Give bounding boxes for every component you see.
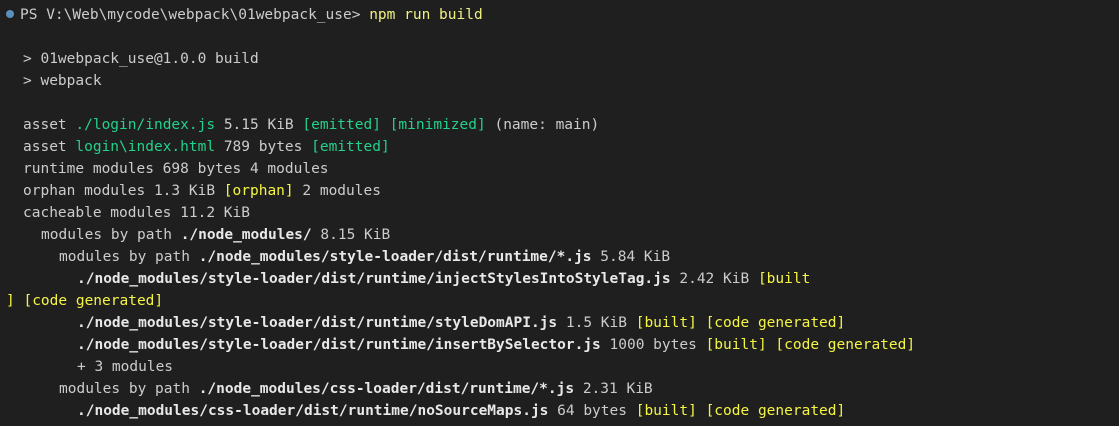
asset-line: asset login\index.html 789 bytes [emitte… xyxy=(6,136,1119,158)
asset-label: asset xyxy=(23,139,67,155)
orphan-tag: [orphan] xyxy=(223,183,294,199)
minimized-tag: [minimized] xyxy=(389,117,486,133)
module-path: ./node_modules/style-loader/dist/runtime… xyxy=(77,271,671,287)
module-path: ./node_modules/style-loader/dist/runtime… xyxy=(198,249,592,265)
asset-name: ./login/index.js xyxy=(75,117,216,133)
by-path-prefix: modules by path xyxy=(59,249,190,265)
module-path: ./node_modules/ xyxy=(180,227,312,243)
built-tag: [built xyxy=(757,271,811,287)
script-line: > 01webpack_use@1.0.0 build xyxy=(23,51,259,67)
built-tag: [built] xyxy=(635,403,697,419)
runtime-modules-line: runtime modules 698 bytes 4 modules xyxy=(23,161,329,177)
asset-name: login\index.html xyxy=(75,139,216,155)
cacheable-modules-line: cacheable modules 11.2 KiB xyxy=(23,205,250,221)
module-size: 1.5 KiB xyxy=(565,315,627,331)
module-line: ./node_modules/style-loader/dist/runtime… xyxy=(6,312,1119,334)
more-modules-line: + 3 modules xyxy=(77,359,174,375)
module-size: 64 bytes xyxy=(557,403,627,419)
command-text: npm run build xyxy=(369,7,483,23)
modules-by-path-line: modules by path ./node_modules/style-loa… xyxy=(6,246,1119,268)
terminal-panel[interactable]: PS V:\Web\mycode\webpack\01webpack_use> … xyxy=(0,0,1119,426)
modules-by-path-line: modules by path ./node_modules/css-loade… xyxy=(6,378,1119,400)
orphan-modules-line: orphan modules 1.3 KiB [orphan] 2 module… xyxy=(6,180,1119,202)
by-path-prefix: modules by path xyxy=(59,381,190,397)
code-generated-tag: [code generated] xyxy=(775,337,916,353)
module-path: ./node_modules/style-loader/dist/runtime… xyxy=(77,337,601,353)
module-size: 1000 bytes xyxy=(609,337,697,353)
code-generated-tag: [code generated] xyxy=(23,293,164,309)
asset-label: asset xyxy=(23,117,67,133)
emitted-tag: [emitted] xyxy=(302,117,381,133)
orphan-prefix: orphan modules 1.3 KiB xyxy=(23,183,216,199)
code-generated-tag: [code generated] xyxy=(705,315,846,331)
module-path: ./node_modules/css-loader/dist/runtime/*… xyxy=(198,381,575,397)
module-size: 5.84 KiB xyxy=(600,249,671,265)
built-tag: [built] xyxy=(705,337,767,353)
asset-line: asset ./login/index.js 5.15 KiB [emitted… xyxy=(6,114,1119,136)
module-line: ./node_modules/css-loader/dist/runtime/n… xyxy=(6,400,1119,422)
emitted-tag: [emitted] xyxy=(311,139,390,155)
module-path: ./node_modules/style-loader/dist/runtime… xyxy=(77,315,558,331)
asset-chunk-name: (name: main) xyxy=(494,117,600,133)
prompt-line: PS V:\Web\mycode\webpack\01webpack_use> … xyxy=(6,4,1119,26)
orphan-suffix: 2 modules xyxy=(302,183,381,199)
module-size: 2.31 KiB xyxy=(582,381,653,397)
module-path: ./node_modules/css-loader/dist/runtime/n… xyxy=(77,403,549,419)
module-line: ./node_modules/style-loader/dist/runtime… xyxy=(6,268,1119,290)
module-size: 8.15 KiB xyxy=(320,227,391,243)
by-path-prefix: modules by path xyxy=(41,227,172,243)
command-status-dot-icon[interactable] xyxy=(6,10,14,18)
asset-size: 5.15 KiB xyxy=(223,117,294,133)
built-tag-close: ] xyxy=(6,293,15,309)
built-tag: [built] xyxy=(635,315,697,331)
asset-size: 789 bytes xyxy=(223,139,303,155)
modules-by-path-line: modules by path ./node_modules/ 8.15 KiB xyxy=(6,224,1119,246)
module-line-wrap: ] [code generated] xyxy=(6,290,1119,312)
module-size: 2.42 KiB xyxy=(679,271,750,287)
code-generated-tag: [code generated] xyxy=(705,403,846,419)
module-line: ./node_modules/style-loader/dist/runtime… xyxy=(6,334,1119,356)
prompt-path: PS V:\Web\mycode\webpack\01webpack_use> xyxy=(20,7,361,23)
script-line: > webpack xyxy=(23,73,102,89)
